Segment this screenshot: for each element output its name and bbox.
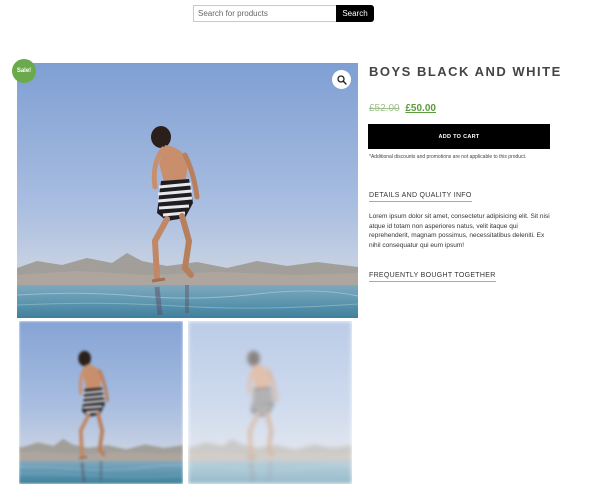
search-bar: Search (193, 5, 374, 22)
product-price: £52.00 £50.00 (369, 103, 436, 114)
search-button[interactable]: Search (336, 5, 374, 22)
product-main-image[interactable] (17, 63, 358, 318)
thumbnail-photo (188, 321, 352, 484)
product-thumbnail-1[interactable] (19, 321, 183, 484)
product-title: BOYS BLACK AND WHITE (369, 64, 562, 79)
old-price: £52.00 (369, 103, 400, 114)
thumbnail-photo (19, 321, 183, 484)
product-thumbnail-2[interactable] (188, 321, 352, 484)
zoom-button[interactable] (332, 70, 351, 89)
promotion-note: *Additional discounts and promotions are… (369, 154, 527, 160)
boy-photo (17, 63, 358, 318)
frequently-bought-tab[interactable]: FREQUENTLY BOUGHT TOGETHER (369, 272, 496, 282)
magnifier-icon (336, 74, 347, 85)
sale-price: £50.00 (405, 103, 436, 114)
sale-badge: Sale! (12, 59, 36, 83)
details-quality-tab[interactable]: DETAILS AND QUALITY INFO (369, 192, 472, 202)
product-description: Lorem ipsum dolor sit amet, consectetur … (369, 213, 550, 249)
add-to-cart-button[interactable]: ADD TO CART (368, 124, 550, 149)
search-input[interactable] (193, 5, 336, 22)
